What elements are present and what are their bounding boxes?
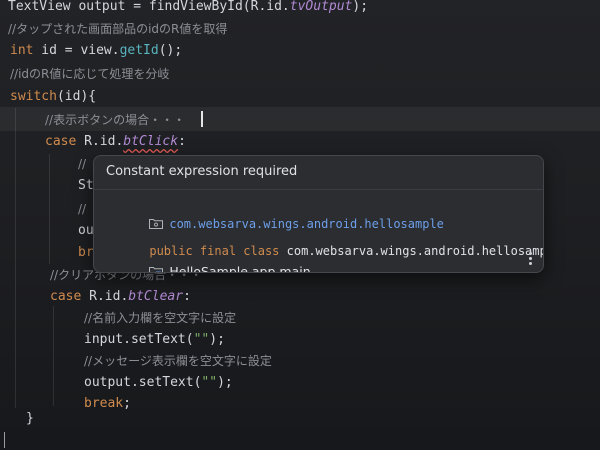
code-token: :	[183, 289, 191, 304]
gutter-marker	[4, 432, 5, 448]
indent-guide	[49, 154, 50, 264]
code-token: );	[352, 0, 369, 14]
code-comment: //idのR値に応じて処理を分岐	[10, 67, 170, 81]
code-line: St	[78, 175, 94, 197]
code-token: ();	[158, 43, 183, 58]
code-token: br	[78, 245, 94, 260]
code-token: //	[78, 157, 87, 171]
code-token: switch	[10, 89, 57, 104]
code-comment: //表示ボタンの場合・・・	[45, 113, 186, 127]
code-line: br	[78, 242, 94, 264]
code-token: id = view.	[33, 43, 120, 58]
code-token: TextView output = findViewById(R.id.	[8, 0, 290, 14]
code-token: btClick	[123, 134, 179, 149]
code-token: //	[78, 202, 87, 216]
code-line: case R.id.btClick:	[45, 131, 186, 153]
module-name: HelloSample.app.main	[169, 264, 311, 273]
package-link-row[interactable]: com.websarva.wings.android.hellosample	[106, 194, 444, 231]
code-line: TextView output = findViewById(R.id.tvOu…	[8, 0, 368, 18]
code-token: setText	[130, 332, 186, 347]
code-token: ou	[78, 223, 94, 238]
indent-guide	[53, 306, 54, 406]
error-message: Constant expression required	[106, 164, 298, 179]
code-line: //idのR値に応じて処理を分岐	[10, 63, 169, 85]
code-token: setText	[138, 375, 194, 390]
code-token: getId	[119, 43, 159, 58]
code-line: ou	[78, 220, 94, 242]
code-line: //表示ボタンの場合・・・	[45, 109, 185, 131]
code-comment: //タップされた画面部品のidのR値を取得	[8, 22, 228, 36]
code-comment: //メッセージ表示欄を空文字に設定	[84, 354, 272, 368]
code-token: :	[178, 134, 186, 149]
code-token: int	[10, 43, 34, 58]
code-line: }	[26, 408, 34, 430]
class-name: com.websarva.wings.android.hellosample.R	[286, 244, 543, 258]
error-tooltip[interactable]: Constant expression required com.websarv…	[93, 155, 544, 273]
module-row: HelloSample.app.main	[106, 242, 311, 272]
code-token: );	[209, 332, 225, 347]
code-line: //メッセージ表示欄を空文字に設定	[84, 350, 272, 372]
code-line: output.setText("");	[84, 372, 233, 394]
code-token: output.	[84, 375, 139, 390]
code-token: input.	[84, 332, 131, 347]
code-token: R.id.	[81, 289, 129, 304]
code-line: int id = view.getId();	[10, 40, 182, 62]
module-folder-icon	[149, 267, 164, 272]
code-token: ""	[201, 375, 218, 390]
code-token: tvOutput	[289, 0, 353, 14]
code-token: ;	[123, 396, 131, 411]
code-line: case R.id.btClear:	[50, 286, 191, 308]
text-caret	[201, 111, 203, 127]
code-comment: //名前入力欄を空文字に設定	[84, 311, 237, 325]
class-declaration-row: public final class com.websarva.wings.an…	[106, 221, 543, 258]
code-line: input.setText("");	[84, 329, 225, 351]
code-token: }	[26, 411, 34, 426]
code-token: St	[78, 178, 94, 193]
code-token: R.id.	[76, 134, 124, 149]
code-line: break;	[84, 393, 131, 415]
code-line: //タップされた画面部品のidのR値を取得	[8, 18, 227, 40]
more-options-icon[interactable]	[529, 252, 533, 266]
code-token: );	[217, 375, 233, 390]
code-token: (	[185, 332, 194, 347]
code-token: break	[84, 396, 124, 411]
indent-guide	[15, 108, 16, 408]
code-token: btClear	[128, 289, 184, 304]
popup-divider	[94, 189, 543, 190]
code-line: //	[78, 198, 86, 220]
code-editor[interactable]: TextView output = findViewById(R.id.tvOu…	[0, 0, 600, 450]
code-token: case	[50, 289, 82, 304]
code-line: switch(id){	[10, 86, 96, 108]
code-token: (id){	[56, 89, 97, 104]
code-token: case	[45, 134, 77, 149]
code-token: ""	[193, 332, 210, 347]
code-line: //	[78, 153, 86, 175]
code-line: //名前入力欄を空文字に設定	[84, 307, 236, 329]
